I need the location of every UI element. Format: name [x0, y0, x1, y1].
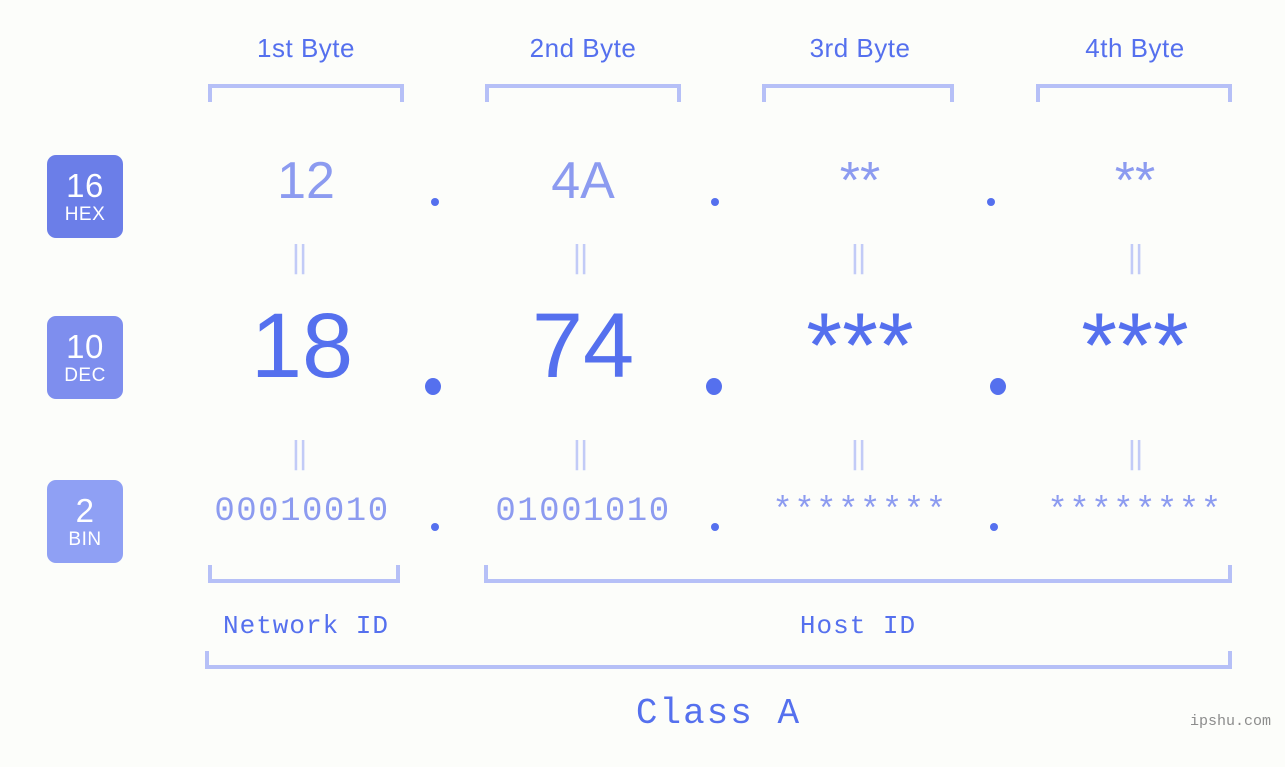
- byte-bracket-4: [1036, 84, 1232, 102]
- dec-byte-4-value: ***: [1081, 295, 1189, 397]
- radix-badge-bin: 2 BIN: [47, 480, 123, 563]
- bin-byte-4-value: ********: [1047, 493, 1223, 531]
- equals-marker-dec-bin-4: ‖: [1126, 439, 1146, 473]
- class-bracket: [205, 651, 1232, 669]
- network-id-bracket: [208, 565, 400, 583]
- radix-badge-hex-label: HEX: [64, 204, 106, 225]
- site-watermark: ipshu.com: [1189, 713, 1271, 730]
- dec-separator-dot-2: [706, 378, 722, 395]
- equals-marker-dec-bin-3: ‖: [849, 439, 869, 473]
- hex-byte-4-value: **: [1114, 152, 1156, 210]
- radix-badge-bin-label: BIN: [68, 529, 102, 550]
- byte-bracket-1: [208, 84, 404, 102]
- byte-header-1: 1st Byte: [257, 33, 355, 63]
- hex-byte-3-value: **: [839, 152, 881, 210]
- radix-badge-hex-number: 16: [66, 167, 104, 204]
- bin-separator-dot-1: [431, 523, 439, 531]
- equals-marker-hex-dec-1: ‖: [290, 243, 310, 277]
- radix-badge-dec: 10 DEC: [47, 316, 123, 399]
- dec-byte-1-value: 18: [250, 295, 354, 397]
- byte-header-4: 4th Byte: [1085, 33, 1185, 63]
- bin-separator-dot-3: [990, 523, 998, 531]
- byte-bracket-3: [762, 84, 954, 102]
- dec-separator-dot-1: [425, 378, 441, 395]
- radix-badge-dec-label: DEC: [64, 365, 106, 386]
- class-label: Class A: [635, 693, 802, 734]
- network-id-label: Network ID: [222, 611, 390, 641]
- host-id-bracket: [484, 565, 1232, 583]
- byte-bracket-2: [485, 84, 681, 102]
- radix-badge-dec-number: 10: [66, 328, 104, 365]
- radix-badge-hex: 16 HEX: [47, 155, 123, 238]
- hex-separator-dot-1: [431, 198, 439, 206]
- equals-marker-dec-bin-2: ‖: [571, 439, 591, 473]
- byte-header-2: 2nd Byte: [529, 33, 637, 63]
- radix-badge-bin-number: 2: [75, 492, 95, 529]
- equals-marker-hex-dec-3: ‖: [849, 243, 869, 277]
- bin-byte-1-value: 00010010: [214, 493, 390, 531]
- dec-separator-dot-3: [990, 378, 1006, 395]
- ip-address-breakdown-diagram: 1st Byte 2nd Byte 3rd Byte 4th Byte 16 H…: [0, 0, 1285, 767]
- dec-byte-2-value: 74: [531, 295, 635, 397]
- byte-header-3: 3rd Byte: [809, 33, 911, 63]
- dec-byte-3-value: ***: [806, 295, 914, 397]
- host-id-label: Host ID: [799, 611, 917, 641]
- bin-byte-2-value: 01001010: [495, 493, 671, 531]
- hex-byte-2-value: 4A: [551, 152, 615, 210]
- equals-marker-dec-bin-1: ‖: [290, 439, 310, 473]
- hex-separator-dot-2: [711, 198, 719, 206]
- bin-byte-3-value: ********: [772, 493, 948, 531]
- hex-separator-dot-3: [987, 198, 995, 206]
- hex-byte-1-value: 12: [277, 152, 335, 210]
- equals-marker-hex-dec-4: ‖: [1126, 243, 1146, 277]
- equals-marker-hex-dec-2: ‖: [571, 243, 591, 277]
- bin-separator-dot-2: [711, 523, 719, 531]
